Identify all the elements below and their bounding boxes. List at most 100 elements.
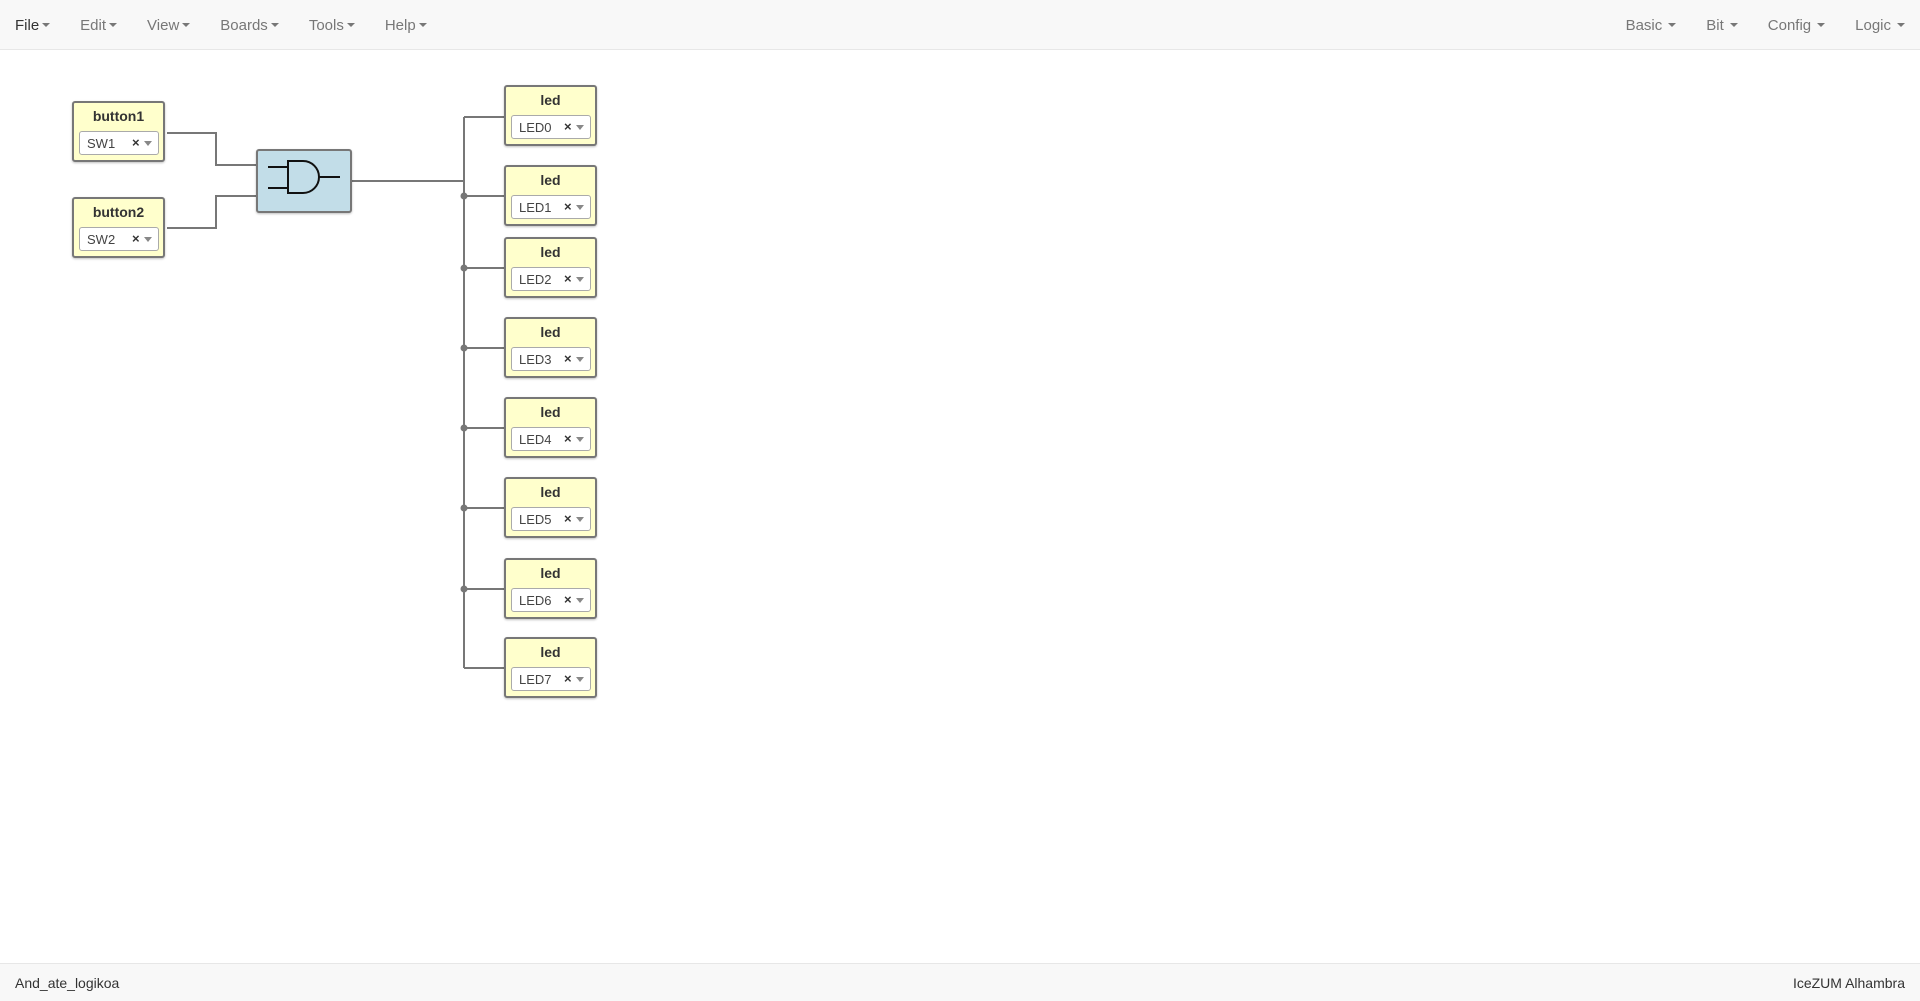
- dropdown-arrow-icon[interactable]: [144, 141, 152, 146]
- caret-down-icon: [346, 23, 355, 27]
- edit-menu-label: Edit: [80, 16, 107, 34]
- pin-select[interactable]: LED4 ×: [511, 427, 591, 451]
- clear-icon[interactable]: ×: [564, 271, 572, 286]
- caret-down-icon: [418, 23, 427, 27]
- pin-select[interactable]: LED6 ×: [511, 588, 591, 612]
- dropdown-arrow-icon[interactable]: [576, 277, 584, 282]
- and-gate-block[interactable]: [256, 149, 352, 213]
- caret-down-icon: [1668, 23, 1677, 27]
- config-menu-label: Config: [1767, 16, 1812, 34]
- pin-select-value: LED7: [519, 672, 552, 687]
- boards-menu[interactable]: Boards: [205, 0, 294, 50]
- caret-down-icon: [1817, 23, 1826, 27]
- button-block-1[interactable]: button1 SW1 ×: [72, 101, 165, 162]
- status-bar: And_ate_logikoa IceZUM Alhambra: [0, 963, 1920, 1001]
- led-block-2[interactable]: led LED2 ×: [504, 237, 597, 298]
- clear-icon[interactable]: ×: [564, 199, 572, 214]
- block-title: led: [540, 484, 561, 500]
- caret-down-icon: [109, 23, 118, 27]
- button-block-2[interactable]: button2 SW2 ×: [72, 197, 165, 258]
- dropdown-arrow-icon[interactable]: [144, 237, 152, 242]
- logic-menu[interactable]: Logic: [1840, 0, 1920, 50]
- caret-down-icon: [270, 23, 279, 27]
- block-title: led: [540, 404, 561, 420]
- wire-junction: [460, 192, 468, 200]
- led-block-7[interactable]: led LED7 ×: [504, 637, 597, 698]
- led-block-3[interactable]: led LED3 ×: [504, 317, 597, 378]
- led-block-1[interactable]: led LED1 ×: [504, 165, 597, 226]
- pin-select-value: SW1: [87, 136, 116, 151]
- dropdown-arrow-icon[interactable]: [576, 125, 584, 130]
- pin-select-value: LED2: [519, 272, 552, 287]
- clear-icon[interactable]: ×: [564, 592, 572, 607]
- dropdown-arrow-icon[interactable]: [576, 517, 584, 522]
- and-gate-icon: [268, 160, 340, 194]
- led-block-0[interactable]: led LED0 ×: [504, 85, 597, 146]
- clear-icon[interactable]: ×: [564, 671, 572, 686]
- basic-menu-label: Basic: [1625, 16, 1663, 34]
- basic-menu[interactable]: Basic: [1611, 0, 1692, 50]
- pin-select-value: LED4: [519, 432, 552, 447]
- caret-down-icon: [42, 23, 51, 27]
- help-menu-label: Help: [384, 16, 416, 34]
- tools-menu-label: Tools: [308, 16, 344, 34]
- dropdown-arrow-icon[interactable]: [576, 357, 584, 362]
- bit-menu-label: Bit: [1706, 16, 1724, 34]
- project-name: And_ate_logikoa: [15, 975, 120, 991]
- pin-select[interactable]: LED5 ×: [511, 507, 591, 531]
- caret-down-icon: [182, 23, 191, 27]
- pin-select[interactable]: LED2 ×: [511, 267, 591, 291]
- clear-icon[interactable]: ×: [564, 431, 572, 446]
- file-menu-label: File: [15, 16, 40, 34]
- board-name: IceZUM Alhambra: [1792, 975, 1905, 991]
- view-menu-label: View: [147, 16, 180, 34]
- boards-menu-label: Boards: [220, 16, 268, 34]
- view-menu[interactable]: View: [132, 0, 205, 50]
- block-title: led: [540, 324, 561, 340]
- caret-down-icon: [1897, 23, 1905, 27]
- caret-down-icon: [1729, 23, 1738, 27]
- wire-junction: [460, 264, 468, 272]
- block-library-menu: Basic Bit Config Logic: [1611, 0, 1920, 50]
- design-canvas[interactable]: button1 SW1 × button2 SW2 × led LED0 × l…: [0, 51, 1920, 963]
- logic-menu-label: Logic: [1855, 16, 1891, 34]
- clear-icon[interactable]: ×: [564, 119, 572, 134]
- wire-junction: [460, 504, 468, 512]
- dropdown-arrow-icon[interactable]: [576, 677, 584, 682]
- clear-icon[interactable]: ×: [132, 231, 140, 246]
- pin-select-value: LED1: [519, 200, 552, 215]
- pin-select[interactable]: LED7 ×: [511, 667, 591, 691]
- config-menu[interactable]: Config: [1753, 0, 1840, 50]
- file-menu[interactable]: File: [0, 0, 65, 50]
- pin-select[interactable]: LED0 ×: [511, 115, 591, 139]
- dropdown-arrow-icon[interactable]: [576, 437, 584, 442]
- bit-menu[interactable]: Bit: [1691, 0, 1753, 50]
- pin-select-value: LED6: [519, 593, 552, 608]
- wire-junction: [460, 424, 468, 432]
- menu-bar: File Edit View Boards Tools Help Basic B…: [0, 0, 1920, 50]
- block-title: led: [540, 244, 561, 260]
- clear-icon[interactable]: ×: [564, 511, 572, 526]
- led-block-5[interactable]: led LED5 ×: [504, 477, 597, 538]
- pin-select[interactable]: LED3 ×: [511, 347, 591, 371]
- wire-junction: [460, 585, 468, 593]
- pin-select[interactable]: LED1 ×: [511, 195, 591, 219]
- wire-junction: [460, 344, 468, 352]
- edit-menu[interactable]: Edit: [65, 0, 132, 50]
- pin-select[interactable]: SW1 ×: [79, 131, 159, 155]
- dropdown-arrow-icon[interactable]: [576, 205, 584, 210]
- block-title: led: [540, 644, 561, 660]
- led-block-6[interactable]: led LED6 ×: [504, 558, 597, 619]
- main-menu: File Edit View Boards Tools Help: [0, 0, 442, 50]
- led-block-4[interactable]: led LED4 ×: [504, 397, 597, 458]
- clear-icon[interactable]: ×: [132, 135, 140, 150]
- wire-button1-gate: [167, 132, 256, 166]
- tools-menu[interactable]: Tools: [294, 0, 370, 50]
- pin-select-value: LED0: [519, 120, 552, 135]
- block-title: led: [540, 92, 561, 108]
- block-title: button2: [92, 204, 145, 220]
- dropdown-arrow-icon[interactable]: [576, 598, 584, 603]
- clear-icon[interactable]: ×: [564, 351, 572, 366]
- help-menu[interactable]: Help: [370, 0, 442, 50]
- pin-select[interactable]: SW2 ×: [79, 227, 159, 251]
